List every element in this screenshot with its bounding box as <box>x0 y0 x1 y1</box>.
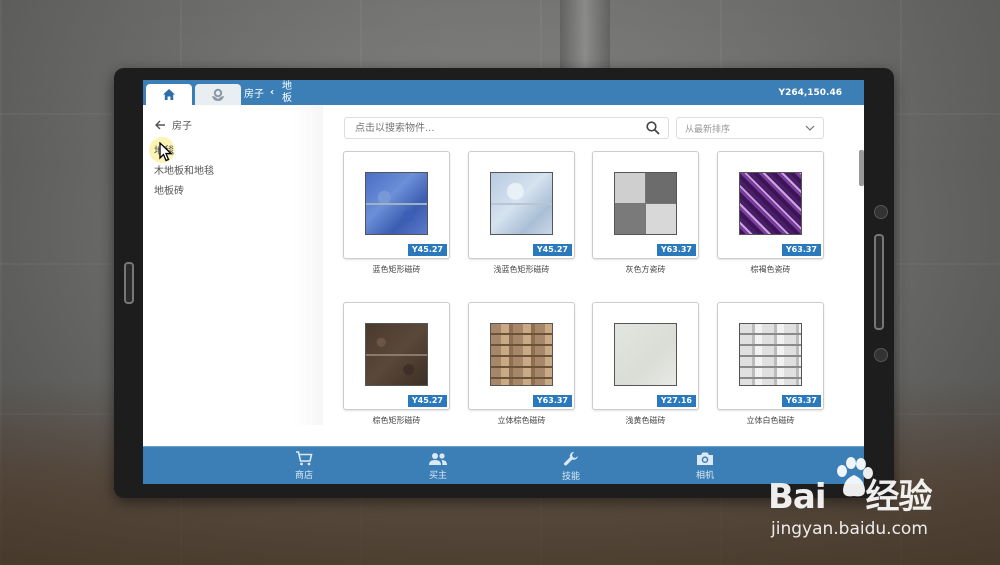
tablet-screen: 房子 ‹ 地板 Y264,150.46 房子 地毯 木地板和地毯 地板砖 <box>143 80 864 484</box>
divider-shadow <box>293 105 323 425</box>
nav-camera-label: 相机 <box>695 471 714 481</box>
product-name: 灰色方瓷砖 <box>625 265 666 274</box>
bottom-nav-bar: 商店 买主 技能 相机 <box>143 446 864 484</box>
plant-icon <box>212 88 224 101</box>
search-input[interactable] <box>353 121 627 135</box>
back-link-label: 房子 <box>172 121 192 132</box>
tile-thumbnail <box>614 172 677 235</box>
watermark-brand-suffix: 经验 <box>865 477 933 517</box>
chevron-down-icon <box>805 125 815 131</box>
category-item-wood-floor[interactable]: 木地板和地毯 <box>154 162 214 177</box>
search-bar[interactable] <box>344 117 669 139</box>
scrollbar-thumb[interactable] <box>859 150 864 186</box>
top-bar: 房子 ‹ 地板 Y264,150.46 <box>143 80 864 105</box>
sort-dropdown[interactable]: 从最新排序 <box>676 117 824 139</box>
home-icon <box>163 89 175 100</box>
tile-thumbnail <box>614 323 677 386</box>
tablet-camera-dot-top <box>874 205 888 219</box>
camera-icon <box>697 452 713 465</box>
wrench-icon <box>564 451 578 465</box>
product-name: 立体棕色磁砖 <box>497 416 546 425</box>
product-name: 立体白色磁砖 <box>746 416 795 425</box>
cart-icon <box>296 451 313 466</box>
tile-thumbnail <box>365 323 428 386</box>
tab-garden[interactable] <box>195 84 241 105</box>
mouse-cursor-icon <box>159 142 173 162</box>
product-name: 蓝色矩形磁砖 <box>372 265 421 274</box>
tab-home[interactable] <box>146 84 192 105</box>
product-card-3d-white-tile[interactable]: Y63.37 <box>717 302 824 410</box>
nav-skills-label: 技能 <box>561 471 580 482</box>
tablet-device: 房子 ‹ 地板 Y264,150.46 房子 地毯 木地板和地毯 地板砖 <box>114 68 894 498</box>
product-name: 棕褐色瓷砖 <box>750 265 791 274</box>
background-pole <box>560 0 610 70</box>
product-card-purple-tile[interactable]: Y63.37 <box>717 151 824 259</box>
price-badge: Y45.27 <box>407 244 447 256</box>
tile-thumbnail <box>739 323 802 386</box>
product-card-brown-rect-tile[interactable]: Y45.27 <box>343 302 450 410</box>
product-name: 浅黄色磁砖 <box>625 416 666 425</box>
baidu-watermark: Bai 经验 jingyan.baidu.com <box>768 455 978 555</box>
product-card-light-yellow-tile[interactable]: Y27.16 <box>592 302 699 410</box>
product-card-3d-brown-tile[interactable]: Y63.37 <box>468 302 575 410</box>
product-name: 浅蓝色矩形磁砖 <box>493 265 550 274</box>
watermark-url: jingyan.baidu.com <box>771 519 928 539</box>
product-card-gray-square-tile[interactable]: Y63.37 <box>592 151 699 259</box>
back-link[interactable]: 房子 <box>155 117 192 132</box>
watermark-brand: Bai 经验 <box>768 469 933 518</box>
breadcrumb-current: 地板 <box>282 80 292 104</box>
price-badge: Y45.27 <box>532 244 572 256</box>
watermark-brand-text: Bai <box>768 477 827 517</box>
nav-camera[interactable]: 相机 <box>665 447 745 484</box>
price-badge: Y63.37 <box>656 244 696 256</box>
breadcrumb-parent[interactable]: 房子 <box>244 80 264 105</box>
tablet-camera-dot-bottom <box>874 348 888 362</box>
product-card-blue-rect-tile[interactable]: Y45.27 <box>343 151 450 259</box>
breadcrumb-chevron-icon: ‹ <box>270 87 275 98</box>
people-icon <box>429 452 447 465</box>
nav-buyers[interactable]: 买主 <box>398 447 478 484</box>
price-badge: Y63.37 <box>781 244 821 256</box>
product-name: 棕色矩形磁砖 <box>372 416 421 425</box>
arrow-left-icon <box>155 120 165 129</box>
tile-thumbnail <box>490 323 553 386</box>
price-badge: Y45.27 <box>407 395 447 407</box>
nav-shop-label: 商店 <box>294 471 313 481</box>
sort-selected-value: 从最新排序 <box>685 124 731 135</box>
price-badge: Y63.37 <box>532 395 572 407</box>
nav-shop[interactable]: 商店 <box>264 447 344 484</box>
tablet-side-button-right <box>874 234 884 330</box>
tile-thumbnail <box>739 172 802 235</box>
tile-thumbnail <box>490 172 553 235</box>
account-balance: Y264,150.46 <box>778 87 842 98</box>
product-card-light-blue-rect-tile[interactable]: Y45.27 <box>468 151 575 259</box>
price-badge: Y27.16 <box>656 395 696 407</box>
tablet-side-button-left <box>124 262 134 304</box>
nav-buyers-label: 买主 <box>428 470 447 481</box>
price-badge: Y63.37 <box>781 395 821 407</box>
nav-skills[interactable]: 技能 <box>531 447 611 484</box>
search-icon[interactable] <box>646 121 660 135</box>
tile-thumbnail <box>365 172 428 235</box>
category-item-floor-tile[interactable]: 地板砖 <box>154 182 184 197</box>
